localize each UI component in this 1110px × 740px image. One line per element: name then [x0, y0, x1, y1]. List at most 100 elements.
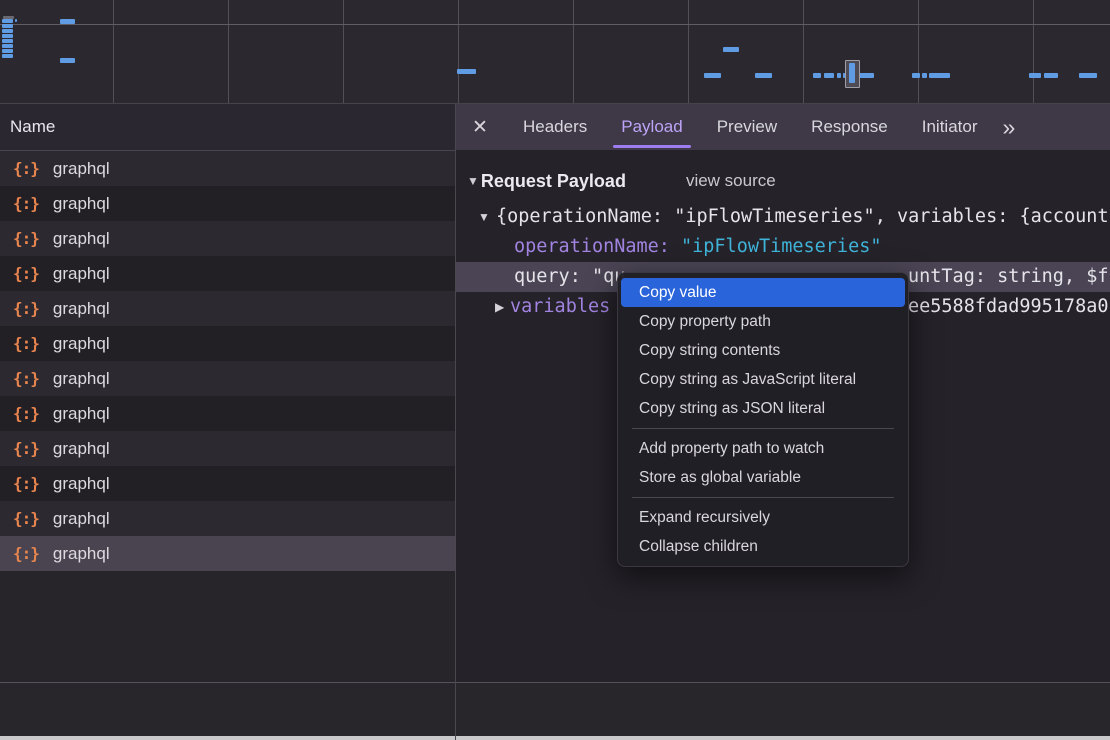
context-menu-item[interactable]: Store as global variable — [618, 463, 908, 492]
status-footer — [0, 683, 1110, 736]
overview-gridline — [228, 0, 229, 103]
request-name-label: graphql — [53, 439, 110, 459]
request-row[interactable]: {:}graphql — [0, 291, 455, 326]
tab-initiator[interactable]: Initiator — [922, 104, 978, 150]
context-menu-item[interactable]: Copy property path — [618, 307, 908, 336]
close-icon[interactable]: ✕ — [471, 116, 489, 139]
overview-selected-request-bar — [849, 63, 855, 83]
overview-request-bar — [704, 73, 721, 78]
name-column-header[interactable]: Name — [0, 104, 455, 151]
overview-request-bar — [2, 29, 13, 33]
context-menu-item[interactable]: Add property path to watch — [618, 434, 908, 463]
overview-request-bar — [723, 47, 739, 52]
overview-request-bar — [813, 73, 821, 78]
request-list-panel: Name {:}graphql{:}graphql{:}graphql{:}gr… — [0, 104, 455, 740]
context-menu-item[interactable]: Copy string as JavaScript literal — [618, 365, 908, 394]
view-source-link[interactable]: view source — [686, 171, 776, 191]
overview-gridline — [803, 0, 804, 103]
overview-gridline — [0, 24, 1110, 25]
disclosure-triangle-icon[interactable]: ▼ — [478, 202, 490, 232]
request-row[interactable]: {:}graphql — [0, 151, 455, 186]
overview-request-bar — [1044, 73, 1058, 78]
request-row[interactable]: {:} graphql — [0, 361, 455, 396]
overview-gridline — [1033, 0, 1034, 103]
request-row[interactable]: {:} graphql — [0, 466, 455, 501]
json-fetch-icon: {:} — [13, 439, 39, 458]
tab-headers[interactable]: Headers — [523, 104, 587, 150]
name-column-label: Name — [10, 117, 55, 137]
property-key: operationName: — [514, 232, 670, 262]
disclosure-triangle-icon[interactable]: ▶ — [495, 292, 504, 322]
tree-row-operationname[interactable]: operationName: "ipFlowTimeseries" — [456, 232, 1110, 262]
request-row[interactable]: {:}graphql — [0, 501, 455, 536]
json-fetch-icon: {:} — [13, 159, 39, 178]
overview-gridline — [918, 0, 919, 103]
json-fetch-icon: {:} — [13, 229, 39, 248]
overview-request-bar — [929, 73, 950, 78]
tab-preview[interactable]: Preview — [717, 104, 777, 150]
request-payload-header: ▼ Request Payload view source — [456, 164, 1110, 198]
section-disclosure-triangle-icon[interactable]: ▼ — [467, 174, 479, 188]
property-key: variables — [510, 292, 610, 322]
footer-separator — [0, 682, 1110, 683]
json-fetch-icon: {:} — [13, 404, 39, 423]
detail-tabbar: ✕ Headers Payload Preview Response Initiator… — [456, 104, 1110, 150]
context-menu-item[interactable]: Expand recursively — [618, 503, 908, 532]
request-rows: {:} graphql {:} graphql {:} graphql {:} graphql… — [0, 151, 455, 571]
property-value-fragment: ee5588fdad995178a0 — [908, 292, 1108, 322]
json-fetch-icon: {:} — [13, 194, 39, 213]
request-name-label: graphql — [53, 369, 110, 389]
property-key-value: query: "qu — [514, 262, 625, 292]
overview-request-bar — [60, 19, 75, 24]
json-fetch-icon: {:} — [13, 369, 39, 388]
tab-response[interactable]: Response — [811, 104, 888, 150]
overview-request-bar — [912, 73, 920, 78]
network-overview-strip[interactable] — [0, 0, 1110, 104]
request-row[interactable]: {:} graphql — [0, 186, 455, 221]
request-row[interactable]: {:} graphql — [0, 326, 455, 361]
overview-request-bar — [15, 19, 17, 22]
request-name-label: graphql — [53, 544, 110, 564]
overview-request-bar — [2, 24, 13, 28]
overview-request-bar — [1079, 73, 1097, 78]
json-fetch-icon: {:} — [13, 299, 39, 318]
request-payload-title: Request Payload — [481, 171, 626, 192]
panel-divider[interactable] — [455, 104, 456, 740]
request-row[interactable]: {:}graphql — [0, 396, 455, 431]
request-row[interactable]: {:} graphql — [0, 431, 455, 466]
context-menu: Copy valueCopy property pathCopy string … — [617, 272, 909, 567]
property-value-fragment: untTag: string, $f — [908, 262, 1108, 292]
overview-request-bar — [2, 34, 13, 38]
json-fetch-icon: {:} — [13, 474, 39, 493]
json-fetch-icon: {:} — [13, 334, 39, 353]
overview-request-bar — [457, 69, 476, 74]
overview-gridline — [113, 0, 114, 103]
request-row[interactable]: {:}graphql — [0, 256, 455, 291]
request-name-label: graphql — [53, 334, 110, 354]
context-menu-item[interactable]: Copy value — [621, 278, 905, 307]
context-menu-item[interactable]: Copy string as JSON literal — [618, 394, 908, 423]
overview-gridline — [458, 0, 459, 103]
request-name-label: graphql — [53, 264, 110, 284]
request-name-label: graphql — [53, 474, 110, 494]
overview-selected-request-marker — [845, 60, 860, 88]
overview-request-bar — [60, 58, 75, 63]
request-name-label: graphql — [53, 194, 110, 214]
overflow-tabs-icon[interactable]: » — [1002, 114, 1013, 141]
overview-request-bar — [2, 39, 13, 43]
overview-request-bar — [824, 73, 834, 78]
tree-preview-row[interactable]: ▼ {operationName: "ipFlowTimeseries", va… — [456, 202, 1110, 232]
context-menu-item[interactable]: Collapse children — [618, 532, 908, 561]
overview-request-bar — [2, 54, 13, 58]
context-menu-item[interactable]: Copy string contents — [618, 336, 908, 365]
screenshot-bottom-edge — [0, 736, 1110, 740]
request-row[interactable]: {:}graphql — [0, 536, 455, 571]
overview-request-bar — [2, 19, 13, 23]
overview-request-bar — [755, 73, 772, 78]
overview-request-bar — [922, 73, 927, 78]
menu-separator — [632, 428, 894, 429]
tab-payload[interactable]: Payload — [621, 104, 682, 150]
request-row[interactable]: {:} graphql — [0, 221, 455, 256]
request-name-label: graphql — [53, 229, 110, 249]
request-name-label: graphql — [53, 509, 110, 529]
